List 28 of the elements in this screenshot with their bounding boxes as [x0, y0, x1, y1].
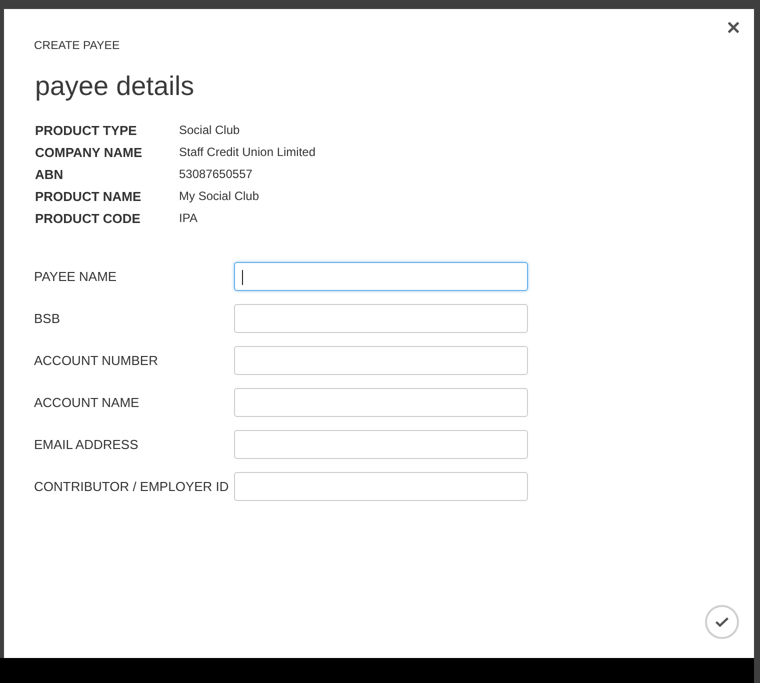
field-label: PAYEE NAME: [34, 269, 118, 284]
input-field[interactable]: [234, 262, 528, 291]
detail-label: ABN: [35, 166, 64, 182]
field-label: BSB: [34, 311, 62, 326]
field-label: ACCOUNT NUMBER: [34, 353, 159, 368]
detail-value: Staff Credit Union Limited: [179, 145, 317, 159]
detail-label: COMPANY NAME: [35, 144, 144, 160]
detail-label: PRODUCT NAME: [35, 188, 142, 204]
confirm-button[interactable]: [705, 605, 739, 639]
field-label: ACCOUNT NAME: [34, 395, 140, 410]
input-field[interactable]: [234, 430, 528, 459]
field-label: CONTRIBUTOR / EMPLOYER ID: [34, 479, 230, 494]
field-label: EMAIL ADDRESS: [34, 437, 140, 452]
input-field[interactable]: [234, 346, 528, 375]
detail-value: 53087650557: [179, 167, 254, 181]
close-icon: [728, 22, 738, 32]
detail-label: PRODUCT TYPE: [35, 122, 138, 138]
check-icon: [715, 617, 729, 627]
detail-value: My Social Club: [179, 189, 260, 203]
input-field[interactable]: [234, 304, 528, 333]
detail-label: PRODUCT CODE: [35, 210, 142, 226]
input-field[interactable]: [234, 388, 528, 417]
close-button[interactable]: [726, 20, 740, 34]
dialog-title: payee details: [35, 70, 196, 102]
input-field[interactable]: [234, 472, 528, 501]
dialog-subtitle: CREATE PAYEE: [34, 39, 121, 53]
detail-value: Social Club: [179, 123, 241, 137]
detail-value: IPA: [179, 211, 198, 225]
